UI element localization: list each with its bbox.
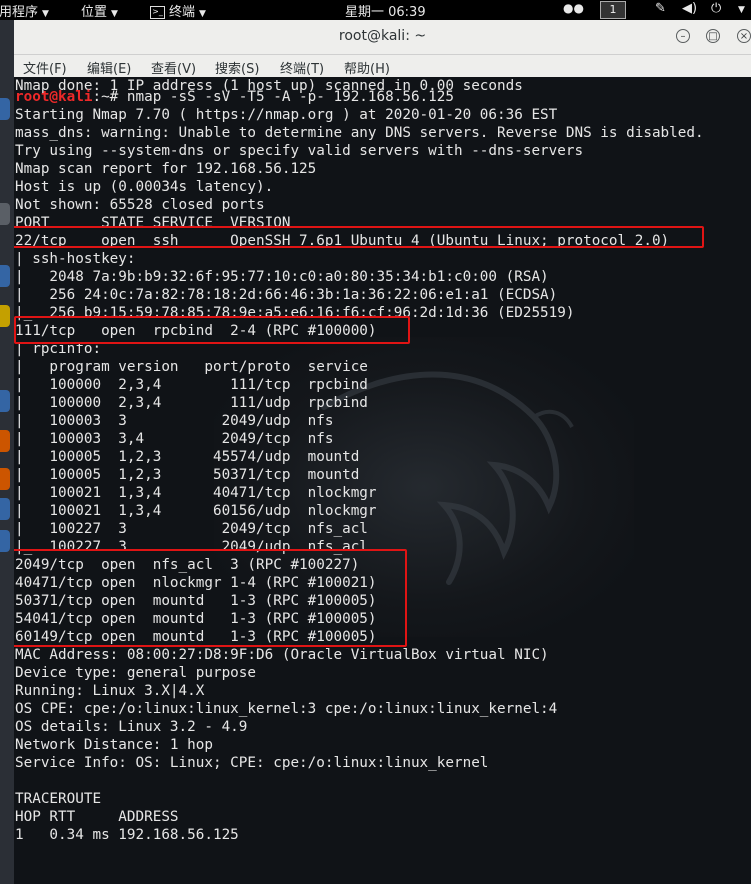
terminal-line: | 100005 1,2,3 45574/udp mountd [15, 449, 360, 465]
terminal-app-label: 终端 [169, 5, 196, 20]
terminal-line: MAC Address: 08:00:27:D8:9F:D6 (Oracle V… [15, 647, 549, 663]
terminal-line: | 100021 1,3,4 60156/udp nlockmgr [15, 503, 377, 519]
terminal-line: | 100021 1,3,4 40471/tcp nlockmgr [15, 485, 377, 501]
terminal-line: | 100005 1,2,3 50371/tcp mountd [15, 467, 360, 483]
menu-view[interactable]: 查看(V) [151, 58, 196, 77]
chevron-down-icon: ▼ [199, 9, 206, 19]
menu-edit[interactable]: 编辑(E) [87, 58, 131, 77]
prompt-user: root@kali [15, 89, 93, 105]
terminal-line: Host is up (0.00034s latency). [15, 179, 274, 195]
menu-search[interactable]: 搜索(S) [215, 58, 259, 77]
pen-icon[interactable]: ✎ [655, 1, 666, 16]
top-panel: 应用程序▼ 位置▼ >_终端▼ 星期一 06:39 ●● 1 ✎ ◀) ⏻ ▼ [0, 0, 751, 20]
dock-app-icon[interactable] [0, 265, 10, 287]
workspace-indicator[interactable]: 1 [600, 1, 626, 19]
terminal-line: Network Distance: 1 hop [15, 737, 213, 753]
terminal-icon: >_ [150, 6, 165, 19]
terminal-line: Try using --system-dns or specify valid … [15, 143, 584, 159]
terminal-line: OS CPE: cpe:/o:linux:linux_kernel:3 cpe:… [15, 701, 558, 717]
window-title: root@kali: ~ [338, 28, 427, 44]
dock-app-icon[interactable] [0, 98, 10, 120]
menu-terminal[interactable]: 终端(T) [280, 58, 324, 77]
terminal-line: | ssh-hostkey: [15, 251, 136, 267]
terminal-line: Device type: general purpose [15, 665, 257, 681]
terminal-line: | 100000 2,3,4 111/tcp rpcbind [15, 377, 368, 393]
dock-app-icon[interactable] [0, 498, 10, 520]
dock-app-icon[interactable] [0, 430, 10, 452]
terminal-line: 1 0.34 ms 192.168.56.125 [15, 827, 239, 843]
terminal-line: Running: Linux 3.X|4.X [15, 683, 205, 699]
dock-app-icon[interactable] [0, 203, 10, 225]
user-group-icon[interactable]: ●● [563, 1, 584, 15]
maximize-button[interactable]: □ [706, 29, 720, 43]
chevron-down-icon: ▼ [42, 9, 49, 19]
terminal-line: | 100003 3,4 2049/tcp nfs [15, 431, 334, 447]
terminal-line: Not shown: 65528 closed ports [15, 197, 265, 213]
terminal-line: mass_dns: warning: Unable to determine a… [15, 125, 704, 141]
terminal-line: OS details: Linux 3.2 - 4.9 [15, 719, 248, 735]
places-menu[interactable]: 位置 ▼ [81, 1, 118, 20]
chevron-down-icon: ▼ [111, 9, 118, 19]
menu-help[interactable]: 帮助(H) [344, 58, 390, 77]
menubar: 文件(F) 编辑(E) 查看(V) 搜索(S) 终端(T) 帮助(H) [14, 55, 751, 77]
menu-file[interactable]: 文件(F) [23, 58, 67, 77]
dock-app-icon[interactable] [0, 468, 10, 490]
prompt-line: root@kali:~# nmap -sS -sV -T5 -A -p- 192… [15, 88, 454, 106]
terminal-line: | 100003 3 2049/udp nfs [15, 413, 334, 429]
highlight-box-rpc-services [14, 549, 407, 647]
terminal-app-menu[interactable]: >_ 终端 ▼ [150, 1, 206, 20]
prompt-command: :~# nmap -sS -sV -T5 -A -p- 192.168.56.1… [92, 89, 454, 105]
power-icon[interactable]: ⏻ [711, 1, 721, 16]
dock-app-icon[interactable] [0, 390, 10, 412]
applications-menu[interactable]: 应用程序▼ [0, 1, 49, 20]
power-menu-chevron-icon[interactable]: ▼ [734, 1, 745, 16]
volume-icon[interactable]: ◀) [682, 1, 697, 16]
highlight-box-rpcbind [14, 316, 410, 344]
close-button[interactable]: × [737, 29, 751, 43]
window-titlebar[interactable]: root@kali: ~ – □ × [14, 20, 751, 55]
terminal-line: | 256 24:0c:7a:82:78:18:2d:66:46:3b:1a:3… [15, 287, 558, 303]
terminal-line: | 100000 2,3,4 111/udp rpcbind [15, 395, 368, 411]
terminal-line: HOP RTT ADDRESS [15, 809, 179, 825]
dock-app-icon[interactable] [0, 530, 10, 552]
terminal-line: Starting Nmap 7.70 ( https://nmap.org ) … [15, 107, 558, 123]
terminal-line: | program version port/proto service [15, 359, 368, 375]
terminal-line: TRACEROUTE [15, 791, 102, 807]
clock[interactable]: 星期一 06:39 [345, 1, 426, 20]
highlight-box-ssh [14, 226, 704, 248]
applications-label: 应用程序 [0, 5, 39, 20]
terminal-line: | 2048 7a:9b:b9:32:6f:95:77:10:c0:a0:80:… [15, 269, 549, 285]
places-label: 位置 [81, 5, 108, 20]
terminal-output[interactable]: Nmap done: 1 IP address (1 host up) scan… [14, 77, 751, 884]
dock-app-icon[interactable] [0, 305, 10, 327]
terminal-window: root@kali: ~ – □ × 文件(F) 编辑(E) 查看(V) 搜索(… [14, 20, 751, 884]
terminal-line: Service Info: OS: Linux; CPE: cpe:/o:lin… [15, 755, 489, 771]
terminal-line: Nmap scan report for 192.168.56.125 [15, 161, 317, 177]
terminal-line: | 100227 3 2049/tcp nfs_acl [15, 521, 368, 537]
minimize-button[interactable]: – [676, 29, 690, 43]
desktop-dock [0, 20, 15, 884]
